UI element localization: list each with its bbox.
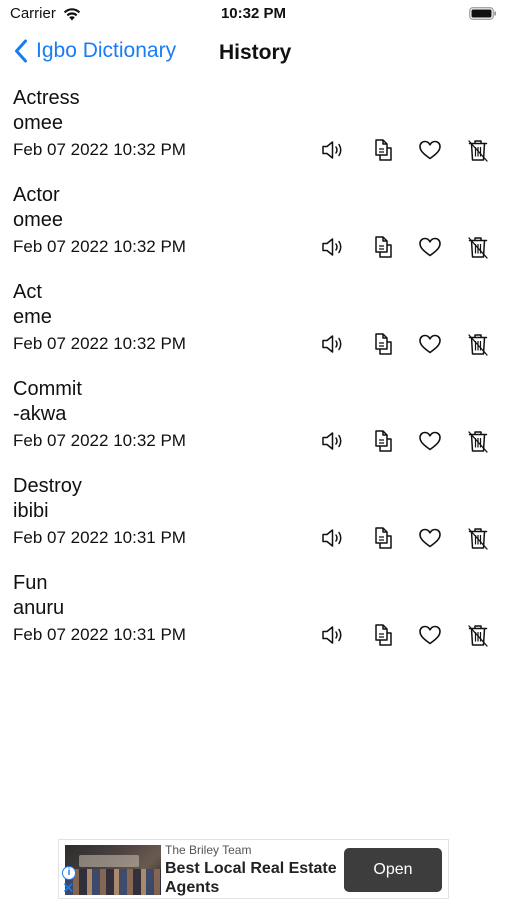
history-translation: ibibi <box>13 500 49 522</box>
copy-button[interactable] <box>368 427 398 455</box>
speaker-icon <box>322 626 342 644</box>
ad-sponsor: The Briley Team <box>165 843 252 857</box>
delete-button[interactable] <box>463 330 493 358</box>
battery-icon <box>469 7 496 20</box>
history-row[interactable]: Actor omee Feb 07 2022 10:32 PM <box>0 182 507 279</box>
speaker-icon <box>322 141 342 159</box>
chevron-left-icon <box>15 39 27 63</box>
history-translation: omee <box>13 112 64 134</box>
trash-icon <box>468 237 488 259</box>
speak-button[interactable] <box>318 427 348 455</box>
speaker-icon <box>322 238 342 256</box>
navigation-bar: Igbo Dictionary History <box>0 30 507 74</box>
speak-button[interactable] <box>318 233 348 261</box>
copy-icon <box>375 333 392 355</box>
trash-icon <box>468 334 488 356</box>
history-screen: Carrier 10:32 PM Igbo Dictionary History… <box>0 0 507 900</box>
copy-icon <box>375 527 392 549</box>
favorite-button[interactable] <box>415 524 445 552</box>
speak-button[interactable] <box>318 524 348 552</box>
history-word: Destroy <box>13 475 82 497</box>
copy-button[interactable] <box>368 330 398 358</box>
copy-icon <box>375 624 392 646</box>
history-word: Fun <box>13 572 48 594</box>
history-row[interactable]: Destroy ibibi Feb 07 2022 10:31 PM <box>0 473 507 570</box>
speaker-icon <box>322 529 342 547</box>
history-row[interactable]: Fun anuru Feb 07 2022 10:31 PM <box>0 570 507 667</box>
history-date: Feb 07 2022 10:31 PM <box>13 528 186 547</box>
trash-icon <box>468 528 488 550</box>
trash-icon <box>468 625 488 647</box>
heart-icon <box>419 237 441 257</box>
history-translation: -akwa <box>13 403 67 425</box>
history-word: Actress <box>13 87 80 109</box>
delete-button[interactable] <box>463 427 493 455</box>
history-word: Actor <box>13 184 60 206</box>
status-time: 10:32 PM <box>220 5 287 22</box>
speak-button[interactable] <box>318 330 348 358</box>
history-date: Feb 07 2022 10:32 PM <box>13 140 186 159</box>
trash-icon <box>468 431 488 453</box>
history-date: Feb 07 2022 10:32 PM <box>13 431 186 450</box>
copy-button[interactable] <box>368 524 398 552</box>
speaker-icon <box>322 432 342 450</box>
ad-headline[interactable]: Best Local Real Estate Agents <box>165 859 345 897</box>
heart-icon <box>419 528 441 548</box>
heart-icon <box>419 334 441 354</box>
delete-button[interactable] <box>463 524 493 552</box>
copy-icon <box>375 236 392 258</box>
history-date: Feb 07 2022 10:32 PM <box>13 237 186 256</box>
history-row[interactable]: Commit -akwa Feb 07 2022 10:32 PM <box>0 376 507 473</box>
heart-icon <box>419 431 441 451</box>
favorite-button[interactable] <box>415 330 445 358</box>
copy-button[interactable] <box>368 621 398 649</box>
heart-icon <box>419 140 441 160</box>
delete-button[interactable] <box>463 136 493 164</box>
copy-button[interactable] <box>368 136 398 164</box>
speaker-icon <box>322 335 342 353</box>
history-translation: omee <box>13 209 64 231</box>
history-word: Act <box>13 281 42 303</box>
speak-button[interactable] <box>318 621 348 649</box>
history-translation: eme <box>13 306 52 328</box>
favorite-button[interactable] <box>415 233 445 261</box>
history-date: Feb 07 2022 10:31 PM <box>13 625 186 644</box>
copy-icon <box>375 430 392 452</box>
page-title: History <box>219 41 292 64</box>
history-date: Feb 07 2022 10:32 PM <box>13 334 186 353</box>
ad-image[interactable] <box>65 845 161 895</box>
history-list: Actress omee Feb 07 2022 10:32 PM Actor … <box>0 85 507 667</box>
history-word: Commit <box>13 378 82 400</box>
trash-icon <box>468 140 488 162</box>
favorite-button[interactable] <box>415 621 445 649</box>
back-button[interactable]: Igbo Dictionary <box>14 39 176 63</box>
delete-button[interactable] <box>463 621 493 649</box>
favorite-button[interactable] <box>415 136 445 164</box>
history-row[interactable]: Act eme Feb 07 2022 10:32 PM <box>0 279 507 376</box>
heart-icon <box>419 625 441 645</box>
ad-info-icon[interactable]: i <box>62 866 76 880</box>
copy-button[interactable] <box>368 233 398 261</box>
delete-button[interactable] <box>463 233 493 261</box>
speak-button[interactable] <box>318 136 348 164</box>
ad-open-button[interactable]: Open <box>344 848 442 892</box>
copy-icon <box>375 139 392 161</box>
back-button-label: Igbo Dictionary <box>36 39 177 62</box>
favorite-button[interactable] <box>415 427 445 455</box>
ad-banner[interactable]: i ✕ The Briley Team Best Local Real Esta… <box>58 839 449 899</box>
status-bar: Carrier 10:32 PM <box>0 0 507 28</box>
history-translation: anuru <box>13 597 65 619</box>
ad-close-icon[interactable]: ✕ <box>62 881 75 896</box>
history-row[interactable]: Actress omee Feb 07 2022 10:32 PM <box>0 85 507 182</box>
